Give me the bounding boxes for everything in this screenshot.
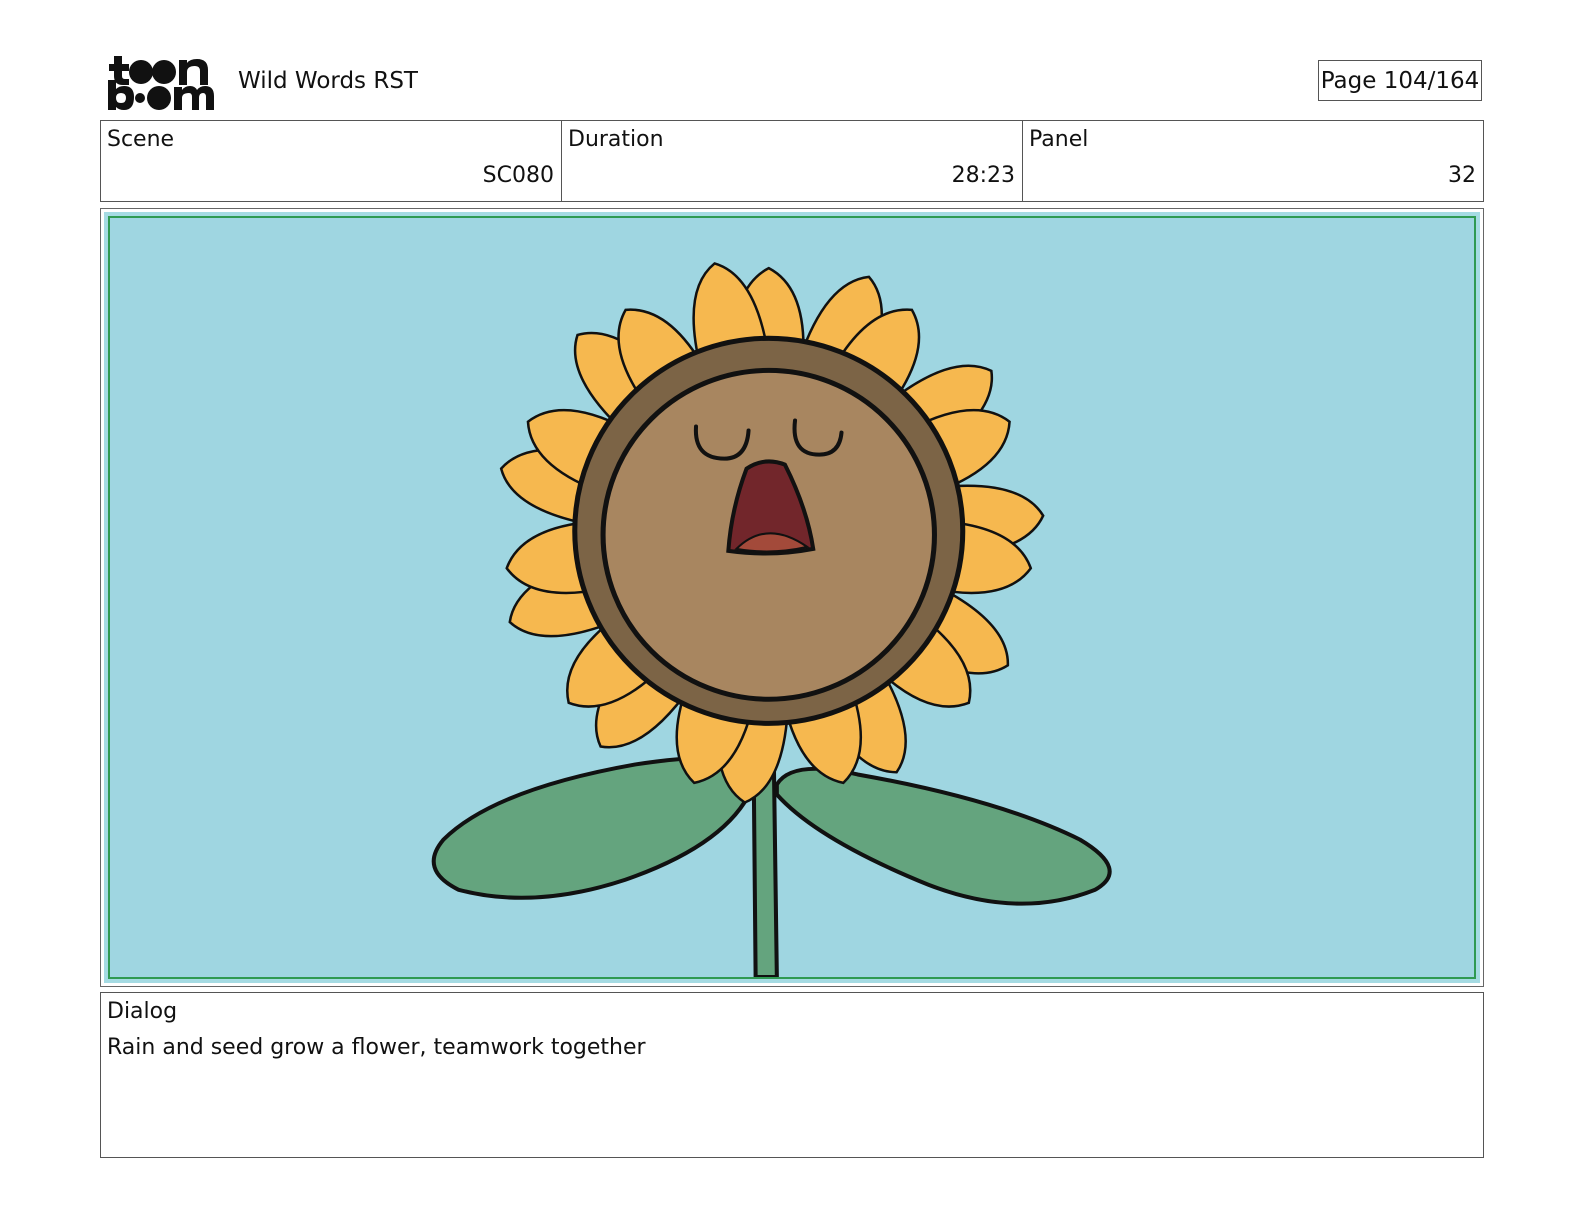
duration-label: Duration: [568, 127, 664, 152]
project-title: Wild Words RST: [238, 68, 418, 94]
dialog-text: Rain and seed grow a flower, teamwork to…: [107, 1035, 646, 1060]
panel-artwork: [108, 216, 1476, 979]
scene-label: Scene: [107, 127, 175, 152]
panel-safe-area: [104, 212, 1480, 983]
page-indicator: Page 104/164: [1318, 60, 1482, 101]
panel-value: 32: [1448, 163, 1476, 188]
dialog-label: Dialog: [107, 999, 178, 1024]
sunflower-illustration: [110, 218, 1474, 977]
duration-value: 28:23: [951, 163, 1015, 188]
panel-cell: Panel 32: [1023, 121, 1483, 201]
panel-label: Panel: [1029, 127, 1089, 152]
panel-info-table: Scene SC080 Duration 28:23 Panel 32: [100, 120, 1484, 202]
toon-boom-logo: [104, 52, 216, 112]
dialog-box: Dialog Rain and seed grow a flower, team…: [100, 992, 1484, 1158]
scene-cell: Scene SC080: [101, 121, 562, 201]
storyboard-panel: [100, 208, 1484, 987]
scene-value: SC080: [482, 163, 554, 188]
duration-cell: Duration 28:23: [562, 121, 1023, 201]
